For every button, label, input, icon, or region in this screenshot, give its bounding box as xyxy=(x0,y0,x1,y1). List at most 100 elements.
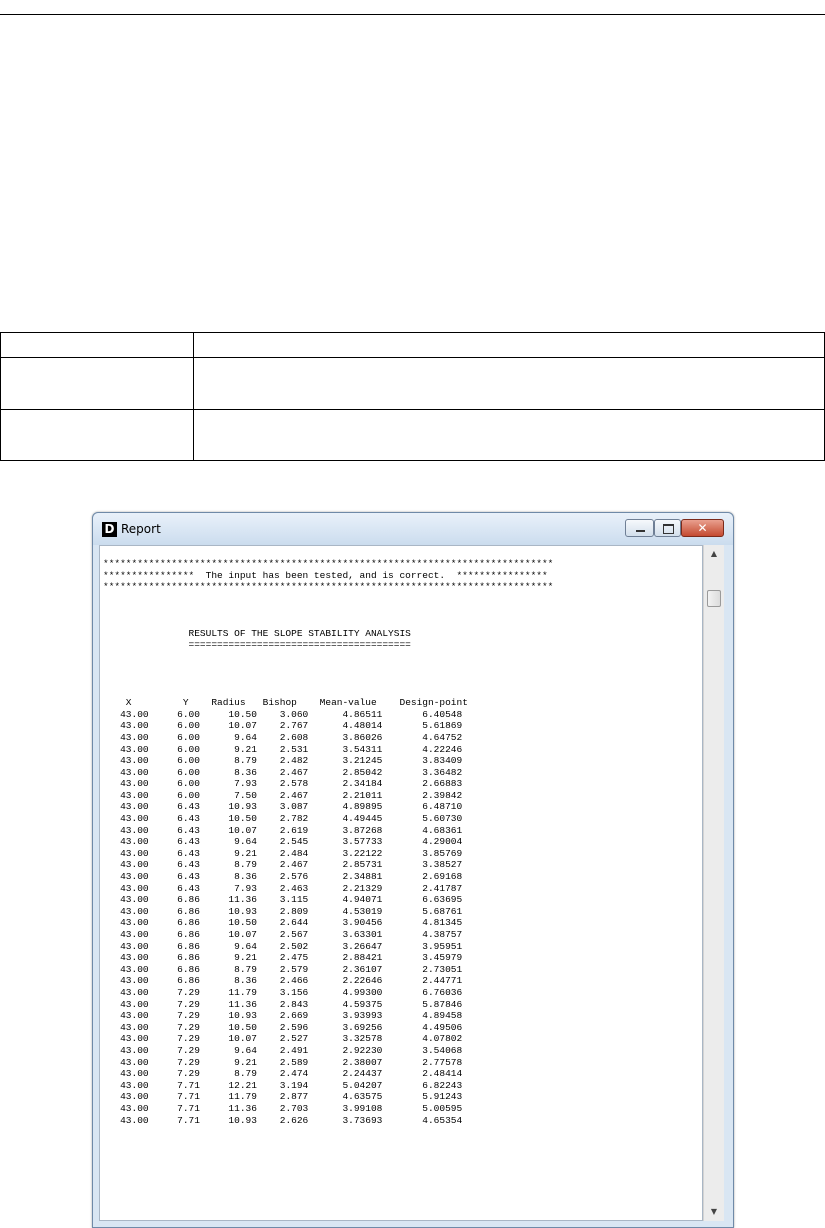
table-cell: 2.85731 xyxy=(308,859,383,871)
table-cell: 6.86 xyxy=(148,905,200,917)
table-cell: 6.76036 xyxy=(382,986,463,998)
table-cell: 6.00 xyxy=(148,778,200,790)
table-cell: 7.29 xyxy=(148,1033,200,1045)
table-cell: 7.29 xyxy=(148,1010,200,1022)
table-row: 43.00 6.43 8.36 2.576 2.34881 2.69168 xyxy=(103,871,462,882)
banner-line: ****************************************… xyxy=(103,558,554,569)
table-cell: 10.07 xyxy=(199,929,257,940)
table-cell: 2.21329 xyxy=(308,882,383,894)
table-cell: 3.087 xyxy=(256,801,309,813)
table-cell: 3.194 xyxy=(256,1079,309,1091)
report-content[interactable]: ****************************************… xyxy=(99,545,703,1221)
table-cell: 10.50 xyxy=(199,708,257,720)
table-cell: 43.00 xyxy=(103,975,149,987)
table-cell: 7.93 xyxy=(199,882,257,894)
table-row: 43.00 7.71 10.93 2.626 3.73693 4.65354 xyxy=(103,1115,462,1126)
table-cell xyxy=(193,408,825,462)
table-row: 43.00 6.00 10.50 3.060 4.86511 6.40548 xyxy=(103,709,462,720)
maximize-button[interactable] xyxy=(654,519,681,537)
table-cell: 2.482 xyxy=(256,755,309,767)
minimize-icon xyxy=(636,530,645,532)
table-cell: 7.29 xyxy=(148,1021,200,1033)
table-cell xyxy=(0,408,194,462)
table-cell: 8.36 xyxy=(199,975,257,987)
table-cell: 2.767 xyxy=(256,720,309,732)
table-row: 43.00 7.29 9.64 2.491 2.92230 3.54068 xyxy=(103,1045,462,1056)
table-cell: 6.43 xyxy=(148,836,200,848)
table-cell: 43.00 xyxy=(103,1068,149,1080)
table-row: 43.00 7.29 8.79 2.474 2.24437 2.48414 xyxy=(103,1068,462,1079)
report-window: D Report ✕ *****************************… xyxy=(92,512,734,1228)
table-cell: 6.00 xyxy=(148,789,200,801)
table-cell: 9.64 xyxy=(199,940,257,952)
table-cell: 2.809 xyxy=(256,905,309,917)
table-cell: 10.93 xyxy=(199,1010,257,1022)
table-cell: 43.00 xyxy=(103,963,149,975)
table-row: 43.00 6.86 10.93 2.809 4.53019 5.68761 xyxy=(103,906,462,917)
table-cell xyxy=(0,357,194,410)
table-cell: 2.44771 xyxy=(382,975,463,987)
table-cell: 6.43 xyxy=(148,801,200,813)
table-cell: 3.69256 xyxy=(308,1021,383,1033)
table-cell: 43.00 xyxy=(103,871,149,883)
table-cell: 10.93 xyxy=(199,905,257,917)
table-cell: 5.61869 xyxy=(382,720,463,732)
table-row: 43.00 7.29 11.79 3.156 4.99300 6.76036 xyxy=(103,987,462,998)
table-cell: 2.619 xyxy=(256,824,309,836)
table-cell: 2.22646 xyxy=(308,975,383,987)
table-cell: 7.50 xyxy=(199,789,257,801)
table-cell: 4.68361 xyxy=(382,824,463,836)
scrollbar-thumb[interactable] xyxy=(707,590,721,607)
window-title: Report xyxy=(121,522,161,536)
table-row: 43.00 6.43 10.07 2.619 3.87268 4.68361 xyxy=(103,825,462,836)
table-cell: 9.64 xyxy=(199,731,257,743)
table-row: 43.00 6.43 10.50 2.782 4.49445 5.60730 xyxy=(103,813,462,824)
table-cell: 43.00 xyxy=(103,882,149,894)
minimize-button[interactable] xyxy=(625,519,654,537)
table-cell: 10.50 xyxy=(199,1021,257,1033)
table-cell: 6.00 xyxy=(148,720,200,732)
table-row xyxy=(0,357,825,410)
column-header-label: Y xyxy=(131,697,189,709)
table-cell: 6.43 xyxy=(148,813,200,825)
table-cell: 2.88421 xyxy=(308,952,383,964)
table-row: 43.00 6.00 10.07 2.767 4.48014 5.61869 xyxy=(103,720,462,731)
table-row: 43.00 6.00 8.79 2.482 3.21245 3.83409 xyxy=(103,755,462,766)
table-cell: 6.43 xyxy=(148,859,200,871)
table-cell: 43.00 xyxy=(103,731,149,743)
table-cell: 2.843 xyxy=(256,998,309,1010)
table-cell: 2.527 xyxy=(256,1033,309,1045)
table-row: 43.00 6.86 10.50 2.644 3.90456 4.81345 xyxy=(103,917,462,928)
table-row: 43.00 6.86 9.21 2.475 2.88421 3.45979 xyxy=(103,952,462,963)
table-cell: 4.29004 xyxy=(382,836,463,848)
table-cell: 5.04207 xyxy=(308,1079,383,1091)
table-cell: 5.91243 xyxy=(382,1091,463,1103)
table-cell: 8.79 xyxy=(199,963,257,975)
top-rule xyxy=(0,14,825,15)
table-cell: 43.00 xyxy=(103,755,149,767)
table-row: 43.00 6.00 9.64 2.608 3.86026 4.64752 xyxy=(103,732,462,743)
table-cell: 11.79 xyxy=(199,986,257,998)
table-cell: 3.73693 xyxy=(308,1114,383,1126)
scroll-up-arrow-icon[interactable]: ▲ xyxy=(704,545,724,563)
table-cell: 2.48414 xyxy=(382,1068,463,1080)
column-header-label: X xyxy=(103,697,132,709)
title-bar[interactable]: D Report ✕ xyxy=(93,513,733,545)
table-cell: 2.34184 xyxy=(308,778,383,790)
table-cell: 2.475 xyxy=(256,952,309,964)
table-cell: 43.00 xyxy=(103,1114,149,1126)
vertical-scrollbar[interactable]: ▲ ▼ xyxy=(703,545,724,1221)
table-cell: 2.589 xyxy=(256,1056,309,1068)
table-row: 43.00 6.86 11.36 3.115 4.94071 6.63695 xyxy=(103,894,462,905)
table-cell: 2.39842 xyxy=(382,789,463,801)
table-cell xyxy=(0,331,194,359)
table-cell: 7.29 xyxy=(148,1068,200,1080)
column-header-label: Radius xyxy=(188,697,246,709)
table-cell: 7.71 xyxy=(148,1091,200,1103)
column-header: X Y Radius Bishop Mean-value Design-poin… xyxy=(103,697,468,708)
close-button[interactable]: ✕ xyxy=(681,519,724,537)
table-cell: 43.00 xyxy=(103,1056,149,1068)
table-cell: 8.36 xyxy=(199,871,257,883)
table-cell: 6.86 xyxy=(148,952,200,964)
scroll-down-arrow-icon[interactable]: ▼ xyxy=(704,1203,724,1221)
